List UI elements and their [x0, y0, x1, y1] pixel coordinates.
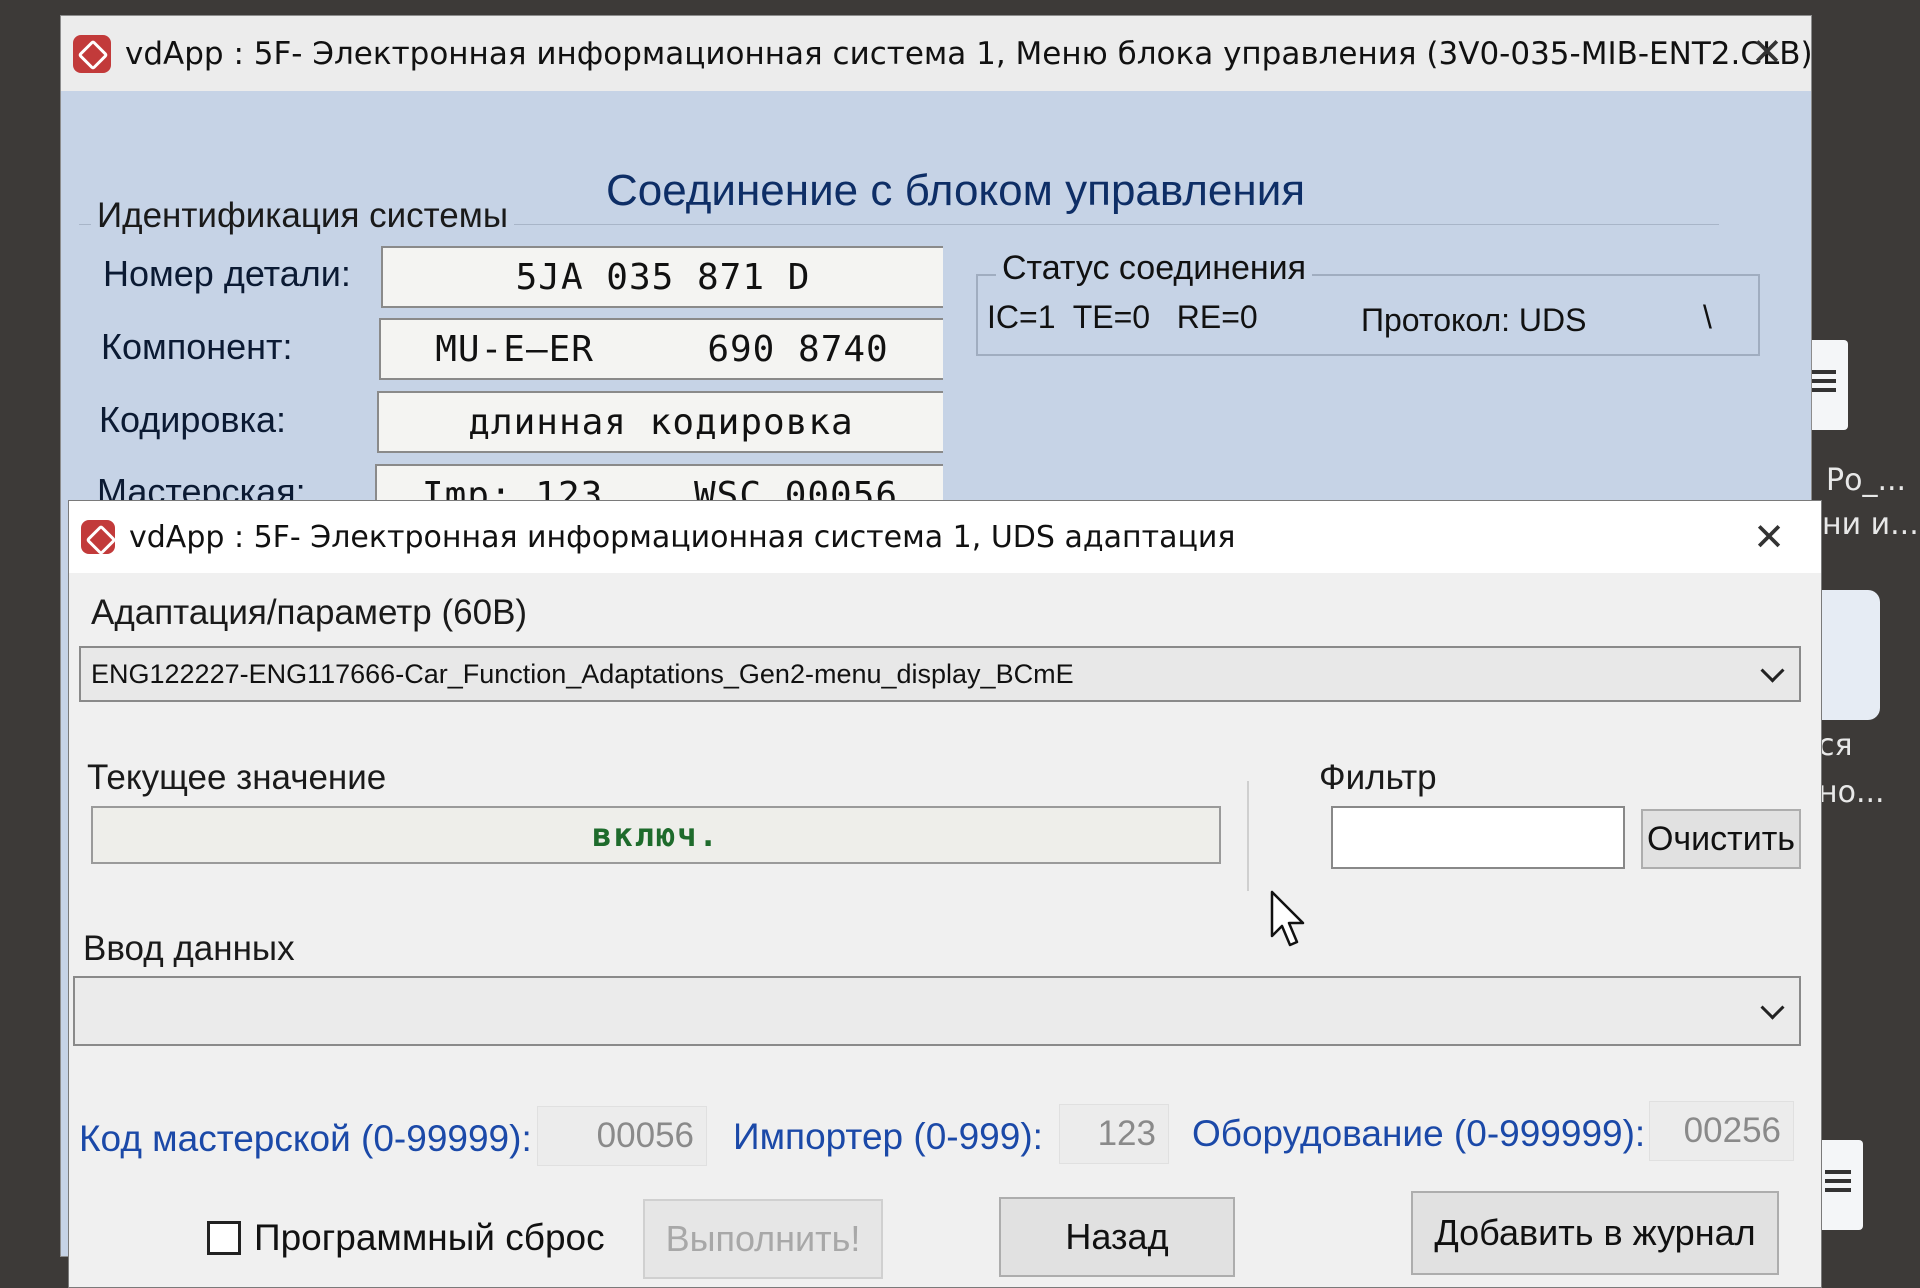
component-value: MU-E—ER 690 8740	[379, 318, 943, 380]
uds-adaptation-dialog: vdApp : 5F- Электронная информационная с…	[68, 500, 1822, 1288]
soft-reset-label: Программный сброс	[254, 1217, 605, 1258]
equipment-label: Оборудование (0-999999):	[1192, 1113, 1646, 1154]
current-value-label: Текущее значение	[87, 758, 387, 797]
protocol-label: Протокол: UDS	[1361, 302, 1587, 338]
desktop-label: Ро_...	[1826, 463, 1907, 498]
coding-label: Кодировка:	[99, 399, 287, 440]
workshop-code-field[interactable]: 00056	[537, 1106, 707, 1166]
desktop-label: но...	[1818, 775, 1885, 810]
back-button[interactable]: Назад	[999, 1197, 1235, 1277]
adaptation-parameter-value: ENG122227-ENG117666-Car_Function_Adaptat…	[91, 658, 1074, 689]
system-identification-group: Идентификация системы	[91, 196, 514, 236]
adaptation-parameter-label: Адаптация/параметр (60B)	[91, 593, 528, 632]
part-number-label: Номер детали:	[103, 253, 351, 294]
data-input-label: Ввод данных	[83, 929, 295, 968]
clear-filter-button[interactable]: Очистить	[1641, 809, 1801, 869]
section-divider	[1247, 781, 1249, 891]
vdapp-logo-icon	[81, 520, 115, 554]
vdapp-logo-icon	[73, 34, 111, 73]
main-window-title: vdApp : 5F- Электронная информационная с…	[125, 35, 1812, 72]
part-number-value: 5JA 035 871 D	[381, 246, 943, 308]
dialog-titlebar: vdApp : 5F- Электронная информационная с…	[69, 501, 1821, 573]
importer-field[interactable]: 123	[1059, 1104, 1169, 1164]
current-value-display: включ.	[91, 806, 1221, 864]
data-input-select[interactable]	[73, 976, 1801, 1046]
desktop-label: ся	[1818, 728, 1853, 763]
connection-status-title: Статус соединения	[996, 249, 1313, 288]
mouse-cursor-icon	[1270, 890, 1305, 947]
filter-label: Фильтр	[1319, 758, 1437, 797]
adaptation-parameter-select[interactable]: ENG122227-ENG117666-Car_Function_Adaptat…	[79, 646, 1801, 702]
execute-button[interactable]: Выполнить!	[643, 1199, 883, 1279]
coding-value: длинная кодировка	[377, 391, 943, 453]
component-label: Компонент:	[101, 326, 293, 367]
connection-heading: Соединение с блоком управления	[606, 166, 1306, 215]
close-icon[interactable]: ✕	[1751, 30, 1783, 74]
importer-label: Импортер (0-999):	[733, 1116, 1043, 1157]
main-titlebar: vdApp : 5F- Электронная информационная с…	[61, 16, 1811, 91]
equipment-field[interactable]: 00256	[1649, 1101, 1794, 1161]
connection-counters: IC=1 TE=0 RE=0	[987, 299, 1258, 335]
chevron-down-icon[interactable]	[1760, 995, 1785, 1020]
chevron-down-icon[interactable]	[1760, 658, 1785, 683]
dialog-title: vdApp : 5F- Электронная информационная с…	[129, 519, 1236, 555]
soft-reset-checkbox[interactable]	[207, 1221, 241, 1255]
filter-input[interactable]	[1331, 806, 1625, 869]
desktop-document-icon[interactable]	[1815, 1140, 1863, 1230]
close-icon[interactable]: ✕	[1753, 515, 1785, 559]
add-to-log-button[interactable]: Добавить в журнал	[1411, 1191, 1779, 1275]
activity-spinner: \	[1703, 299, 1712, 335]
desktop-label: ни и...	[1822, 507, 1919, 542]
workshop-code-label: Код мастерской (0-99999):	[79, 1118, 532, 1159]
